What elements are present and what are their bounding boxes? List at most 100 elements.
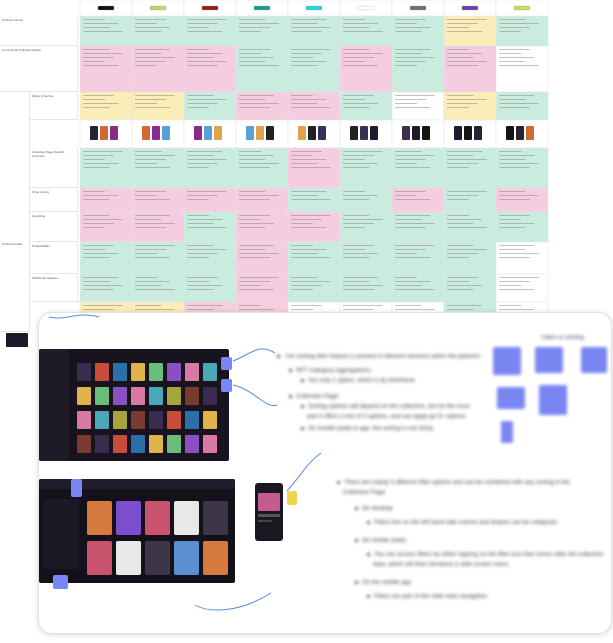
sheet-text-line [447, 285, 483, 286]
sheet-cell [131, 147, 185, 189]
sheet-cell [183, 91, 237, 121]
sheet-cell [183, 241, 237, 275]
sheet-cell [79, 147, 133, 189]
sheet-text-line [135, 195, 157, 196]
sheet-cell [235, 241, 289, 275]
cluster-title: Filters & Sorting [541, 335, 584, 341]
sheet-text-line [499, 155, 535, 156]
sheet-text-line [239, 277, 279, 278]
connector-curve [48, 314, 100, 319]
sheet-text-line [395, 191, 426, 192]
sheet-text-line [499, 167, 530, 168]
sheet-text-line [395, 53, 422, 54]
sheet-text-line [187, 167, 209, 168]
sheet-text-line [291, 245, 313, 246]
sheet-thumbnail [506, 126, 514, 140]
sheet-text-line [187, 61, 227, 62]
sheet-text-line [83, 219, 123, 220]
sheet-text-line [135, 163, 157, 164]
sheet-text-line [135, 285, 162, 286]
sheet-cell [443, 273, 497, 303]
sheet-text-line [499, 19, 526, 20]
sheet-text-line [447, 309, 474, 310]
sheet-text-line [83, 27, 110, 28]
sheet-text-line [395, 305, 422, 306]
sheet-text-line [291, 61, 327, 62]
sheet-text-line [239, 215, 270, 216]
sheet-text-line [187, 99, 227, 100]
sheet-text-line [343, 99, 365, 100]
sheet-thumbnail [142, 126, 150, 140]
sheet-thumbnail [110, 126, 118, 140]
sheet-text-line [83, 159, 105, 160]
sheet-cell [443, 45, 497, 93]
connector-curve [232, 348, 276, 362]
sheet-text-line [395, 285, 422, 286]
sheet-text-line [291, 285, 322, 286]
sheet-text-line [395, 103, 417, 104]
collection-card [116, 501, 141, 535]
sheet-text-line [239, 155, 275, 156]
sheet-text-line [239, 27, 270, 28]
sheet-text-line [395, 277, 417, 278]
sheet-text-line [291, 257, 331, 258]
sheet-text-line [83, 23, 119, 24]
sheet-text-line [447, 223, 474, 224]
sheet-text-line [239, 163, 279, 164]
bullet-16: Filters are part of the slide main navig… [367, 593, 487, 601]
bullet-7: On mobile (web) & app, the sorting is no… [301, 425, 433, 433]
sub-label-favoriting: Favoriting [30, 212, 78, 242]
sheet-text-line [239, 257, 270, 258]
sheet-text-line [395, 253, 417, 254]
sheet-text-line [343, 159, 365, 160]
sheet-text-line [291, 305, 322, 306]
sheet-text-line [447, 191, 487, 192]
sheet-text-line [343, 223, 374, 224]
nft-thumbnail [203, 387, 217, 405]
sheet-text-line [499, 281, 530, 282]
sheet-text-line [395, 95, 435, 96]
sheet-text-line [447, 167, 469, 168]
sheet-cell [391, 91, 445, 121]
sheet-text-line [135, 57, 175, 58]
sheet-text-line [395, 215, 431, 216]
sheet-text-line [395, 289, 435, 290]
sheet-text-line [239, 53, 261, 54]
sheet-text-line [499, 223, 535, 224]
sheet-text-line [343, 107, 370, 108]
sheet-text-line [239, 249, 266, 250]
sheet-text-line [343, 245, 374, 246]
sheet-thumbnail [422, 126, 430, 140]
notes-text-block: The Sorting filter feature is present in… [271, 349, 603, 611]
sheet-thumbnail [318, 126, 326, 140]
sheet-text-line [291, 249, 327, 250]
sheet-text-line [447, 49, 469, 50]
corner-thumbnail [6, 333, 28, 347]
sheet-text-line [343, 191, 365, 192]
sheet-text-line [343, 65, 379, 66]
sheet-text-line [239, 223, 275, 224]
sheet-text-line [343, 219, 383, 220]
sheet-text-line [239, 245, 275, 246]
sheet-cell [235, 147, 289, 189]
sheet-cell [131, 45, 185, 93]
sheet-cell [287, 241, 341, 275]
sheet-text-line [135, 199, 171, 200]
sheet-text-line [83, 191, 105, 192]
bullet-15: On the mobile app [355, 579, 411, 587]
sheet-text-line [291, 53, 322, 54]
sheet-text-line [187, 219, 223, 220]
bullet-4: Collection Page: [289, 393, 340, 401]
sheet-text-line [395, 223, 435, 224]
sheet-text-line [135, 23, 157, 24]
sheet-text-line [343, 49, 370, 50]
sheet-thumbnail [308, 126, 316, 140]
sheet-text-line [187, 285, 223, 286]
sheet-text-line [135, 61, 166, 62]
sheet-thumbnail [474, 126, 482, 140]
sheet-text-line [499, 285, 521, 286]
sheet-thumbnail [298, 126, 306, 140]
sheet-text-line [499, 191, 526, 192]
sheet-text-line [187, 163, 218, 164]
sheet-text-line [187, 155, 214, 156]
